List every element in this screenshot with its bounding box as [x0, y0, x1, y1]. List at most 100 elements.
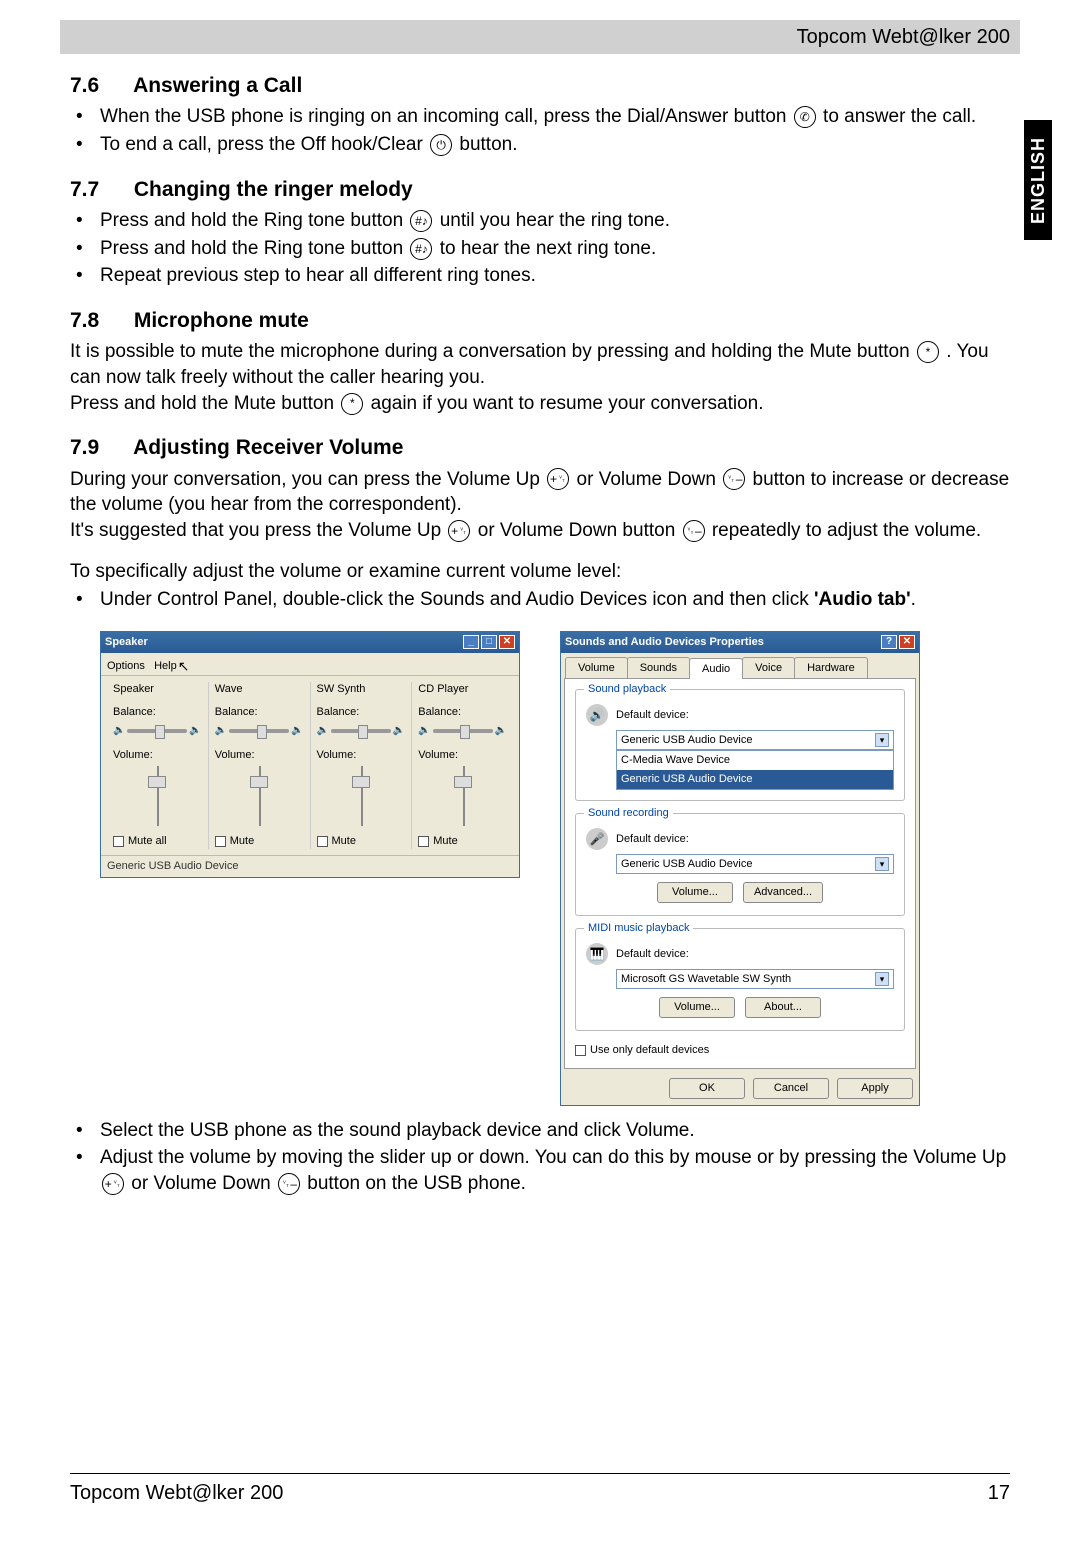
midi-device-dropdown[interactable]: Microsoft GS Wavetable SW Synth ▾ [616, 969, 894, 989]
sound-recording-group: Sound recording 🎤 Default device: Generi… [575, 813, 905, 916]
use-only-default-checkbox[interactable] [575, 1045, 586, 1056]
section-7-9-title: Adjusting Receiver Volume [133, 436, 403, 459]
balance-slider[interactable] [127, 729, 187, 733]
speaker-device-icon: 🔊 [586, 704, 608, 726]
maximize-button[interactable]: □ [481, 635, 497, 649]
tab-hardware[interactable]: Hardware [794, 657, 868, 679]
help-button[interactable]: ? [881, 635, 897, 649]
section-7-9-number: 7.9 [70, 434, 128, 462]
volume-up-icon: +␋ [547, 468, 569, 490]
volume-slider[interactable] [451, 766, 475, 826]
mute-icon: * [917, 341, 939, 363]
props-tabs: Volume Sounds Audio Voice Hardware [561, 653, 919, 679]
menu-help[interactable]: Help [154, 660, 177, 672]
midi-playback-group: MIDI music playback 🎹 Default device: Mi… [575, 928, 905, 1031]
balance-slider[interactable] [229, 729, 289, 733]
mute-checkbox[interactable] [215, 836, 226, 847]
speaker-window-title: Speaker [105, 635, 148, 650]
speaker-window: Speaker _ □ ✕ Options Help ↖ Speaker Bal… [100, 631, 520, 878]
header-title: Topcom Webt@lker 200 [797, 26, 1010, 49]
midi-device-icon: 🎹 [586, 943, 608, 965]
section-7-8-heading: 7.8 Microphone mute [70, 307, 1010, 335]
speaker-right-icon: 🔈 [495, 724, 507, 738]
page-header: Topcom Webt@lker 200 [60, 20, 1020, 54]
volume-down-icon: ␋– [683, 520, 705, 542]
props-titlebar[interactable]: Sounds and Audio Devices Properties ? ✕ [561, 632, 919, 653]
speaker-menubar[interactable]: Options Help ↖ [101, 653, 519, 677]
volume-down-icon: ␋– [723, 468, 745, 490]
balance-slider[interactable] [433, 729, 493, 733]
section-7-7-number: 7.7 [70, 176, 128, 204]
s79-p2: It's suggested that you press the Volume… [70, 518, 1010, 544]
page-footer: Topcom Webt@lker 200 17 [70, 1473, 1010, 1505]
playback-option-0[interactable]: C-Media Wave Device [617, 751, 893, 770]
speaker-statusbar: Generic USB Audio Device [101, 855, 519, 877]
mute-icon: * [341, 393, 363, 415]
section-7-7-heading: 7.7 Changing the ringer melody [70, 176, 1010, 204]
section-7-6-title: Answering a Call [133, 74, 302, 97]
mute-all-checkbox[interactable] [113, 836, 124, 847]
ringtone-icon: #♪ [410, 238, 432, 260]
midi-about-button[interactable]: About... [745, 997, 821, 1018]
sounds-audio-properties-window: Sounds and Audio Devices Properties ? ✕ … [560, 631, 920, 1106]
speaker-right-icon: 🔈 [393, 724, 405, 738]
volume-slider[interactable] [349, 766, 373, 826]
dialog-button-row: OK Cancel Apply [561, 1072, 919, 1105]
chevron-down-icon[interactable]: ▾ [875, 733, 889, 747]
ringtone-icon: #♪ [410, 210, 432, 232]
midi-volume-button[interactable]: Volume... [659, 997, 735, 1018]
section-7-6-number: 7.6 [70, 72, 128, 100]
volume-slider[interactable] [145, 766, 169, 826]
close-button[interactable]: ✕ [499, 635, 515, 649]
ok-button[interactable]: OK [669, 1078, 745, 1099]
chevron-down-icon[interactable]: ▾ [875, 972, 889, 986]
s79-p3: To specifically adjust the volume or exa… [70, 559, 1010, 585]
recording-advanced-button[interactable]: Advanced... [743, 882, 823, 903]
s79-p1: During your conversation, you can press … [70, 467, 1010, 518]
section-7-9-heading: 7.9 Adjusting Receiver Volume [70, 434, 1010, 462]
balance-slider[interactable] [331, 729, 391, 733]
channel-swsynth: SW Synth Balance: 🔈🔈 Volume: Mute [311, 682, 413, 849]
speaker-left-icon: 🔈 [215, 724, 227, 738]
footer-left: Topcom Webt@lker 200 [70, 1482, 283, 1505]
footer-page-number: 17 [988, 1482, 1010, 1505]
section-7-7-title: Changing the ringer melody [134, 178, 413, 201]
props-body: Sound playback 🔊 Default device: Generic… [564, 678, 916, 1069]
menu-options[interactable]: Options [107, 660, 145, 672]
mute-checkbox[interactable] [317, 836, 328, 847]
after-bullet-1: Select the USB phone as the sound playba… [70, 1118, 1010, 1144]
tab-sounds[interactable]: Sounds [627, 657, 690, 679]
mute-checkbox[interactable] [418, 836, 429, 847]
recording-volume-button[interactable]: Volume... [657, 882, 733, 903]
use-only-default-row: Use only default devices [575, 1043, 905, 1058]
minimize-button[interactable]: _ [463, 635, 479, 649]
s76-bullet-1: When the USB phone is ringing on an inco… [70, 104, 1010, 130]
volume-slider[interactable] [247, 766, 271, 826]
speaker-right-icon: 🔈 [189, 724, 201, 738]
apply-button[interactable]: Apply [837, 1078, 913, 1099]
sound-playback-group: Sound playback 🔊 Default device: Generic… [575, 689, 905, 801]
tab-audio[interactable]: Audio [689, 658, 743, 680]
s79-bullet-1: Under Control Panel, double-click the So… [70, 587, 1010, 613]
channel-speaker: Speaker Balance: 🔈🔈 Volume: Mute all [107, 682, 209, 849]
s76-bullet-2: To end a call, press the Off hook/Clear … [70, 132, 1010, 158]
close-button[interactable]: ✕ [899, 635, 915, 649]
chevron-down-icon[interactable]: ▾ [875, 857, 889, 871]
cancel-button[interactable]: Cancel [753, 1078, 829, 1099]
s77-bullet-1: Press and hold the Ring tone button #♪ u… [70, 208, 1010, 234]
tab-volume[interactable]: Volume [565, 657, 628, 679]
playback-device-dropdown[interactable]: Generic USB Audio Device ▾ C-Media Wave … [616, 730, 894, 750]
section-7-6-heading: 7.6 Answering a Call [70, 72, 1010, 100]
page-body: 7.6 Answering a Call When the USB phone … [70, 72, 1010, 1197]
speaker-left-icon: 🔈 [317, 724, 329, 738]
playback-option-1[interactable]: Generic USB Audio Device [617, 770, 893, 789]
s77-bullet-3: Repeat previous step to hear all differe… [70, 263, 1010, 289]
speaker-titlebar[interactable]: Speaker _ □ ✕ [101, 632, 519, 653]
language-tab: ENGLISH [1024, 120, 1052, 240]
language-label: ENGLISH [1028, 136, 1049, 223]
recording-device-dropdown[interactable]: Generic USB Audio Device ▾ [616, 854, 894, 874]
cursor-icon: ↖ [178, 657, 190, 676]
playback-device-list[interactable]: C-Media Wave Device Generic USB Audio De… [616, 750, 894, 790]
speaker-right-icon: 🔈 [291, 724, 303, 738]
tab-voice[interactable]: Voice [742, 657, 795, 679]
